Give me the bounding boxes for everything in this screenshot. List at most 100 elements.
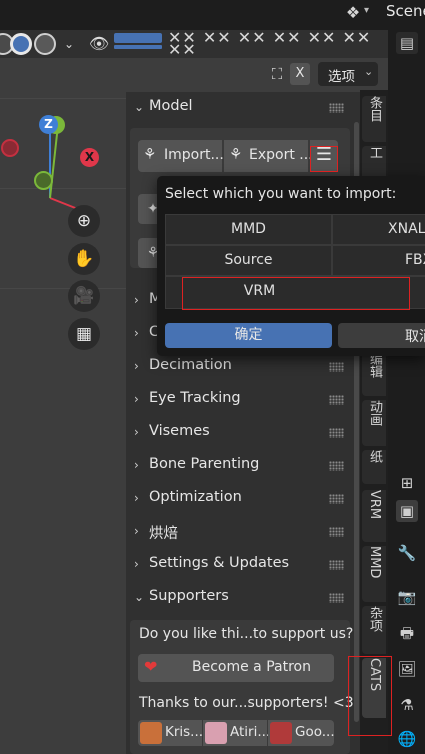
section-model[interactable]: ⌄ Model [126,92,354,125]
section-bake[interactable]: › 烘焙 [126,516,354,549]
pan-hand-icon[interactable]: ✋ [68,243,100,275]
grid-line [0,288,126,289]
cancel-button[interactable]: 取消 [338,323,425,348]
chevron-right-icon: › [134,557,139,571]
drag-grip-icon[interactable] [329,395,344,405]
import-popup: Select which you want to import: MMD XNA… [157,176,425,356]
chevron-right-icon: › [134,326,139,340]
supporter-chip[interactable]: Goo... [268,720,335,746]
drag-grip-icon[interactable] [329,461,344,471]
camera-icon[interactable]: 🎥 [68,280,100,312]
section-eye-tracking[interactable]: › Eye Tracking [126,384,354,417]
import-option-source[interactable]: Source [165,245,332,276]
chevron-right-icon: › [134,491,139,505]
axis-neg-x-handle[interactable] [1,139,19,157]
section-label: Bone Parenting [149,456,260,472]
section-bone-parenting[interactable]: › Bone Parenting [126,450,354,483]
supporter-chip[interactable]: Atiri... [203,720,271,746]
supporter-chip[interactable]: Kris... [138,720,203,746]
section-label: Model [149,98,193,114]
gizmo-toggle-icon[interactable] [114,33,162,43]
supporters-box: Do you like thi...to support us? ❤ Becom… [130,620,354,754]
hidden-object-x-icon: ✕✕ ✕✕ ✕✕ ✕✕ ✕✕ ✕✕ ✕✕ [168,28,372,59]
export-label: Export ... [249,147,313,163]
zoom-icon[interactable]: ⊕ [68,205,100,237]
tab-misc[interactable]: 杂项 [362,606,386,654]
tab-cats[interactable]: CATS [362,658,386,718]
world-icon[interactable]: 🌐 [396,728,418,750]
tab-animation[interactable]: 动画 [362,400,386,446]
import-option-vrm[interactable]: VRM [165,276,425,309]
options-dropdown[interactable]: 选项 ⌄ [318,62,378,86]
properties-editor-column: ▤ ⊞ ▣ 🔧 📷 🖶 🖼 ⚗ 🌐 [388,28,425,754]
tab-item[interactable]: 条目 [362,96,386,142]
visibility-eye-icon[interactable]: 👁 [88,33,110,55]
confirm-button[interactable]: 确定 [165,323,332,348]
view-layer-icon[interactable]: 🖼 [396,658,418,680]
drag-grip-icon[interactable] [329,362,344,372]
supporters-question: Do you like thi...to support us? [139,626,354,642]
grid-line [0,98,126,99]
drag-grip-icon[interactable] [329,560,344,570]
section-optimization[interactable]: › Optimization [126,483,354,516]
solid-shading-icon[interactable] [10,33,32,55]
overlay-toggle-icon[interactable] [114,45,162,49]
section-supporters[interactable]: ⌄ Supporters [126,582,354,615]
section-label: Optimization [149,489,242,505]
hamburger-menu-button[interactable]: ☰ [310,140,338,172]
section-label: Eye Tracking [149,390,241,406]
mirror-x-toggle[interactable]: X [290,63,310,85]
import-option-xnalara[interactable]: XNALa [332,214,425,245]
outliner-icon[interactable]: ⊞ [396,472,418,494]
tab-vrm[interactable]: VRM [362,490,386,542]
chevron-right-icon: › [134,293,139,307]
scene-name[interactable]: Scene [386,2,425,20]
section-visemes[interactable]: › Visemes [126,417,354,450]
scene-icon[interactable]: ❖ [342,2,364,24]
supporter-name: Atiri... [230,724,271,740]
section-label: Visemes [149,423,210,439]
drag-grip-icon[interactable] [329,428,344,438]
drag-grip-icon[interactable] [329,494,344,504]
tab-mmd[interactable]: MMD [362,546,386,602]
tab-tool[interactable]: 工 [362,146,386,180]
section-label: Supporters [149,588,229,604]
section-settings-updates[interactable]: › Settings & Updates [126,549,354,582]
tab-paper[interactable]: 纸 [362,450,386,484]
tab-edit[interactable]: 编辑 [362,352,386,396]
render-icon[interactable]: 📷 [396,586,418,608]
axis-neg-y-handle[interactable] [34,171,53,190]
become-patron-button[interactable]: ❤ Become a Patron [138,654,334,682]
material-shading-icon[interactable] [34,33,56,55]
scene-icon[interactable]: ⚗ [396,694,418,716]
popup-title: Select which you want to import: [165,186,397,202]
editor-type-icon[interactable]: ▤ [396,32,418,54]
drag-grip-icon[interactable] [329,593,344,603]
output-printer-icon[interactable]: 🖶 [396,622,418,644]
chevron-down-icon[interactable]: ⌄ [60,33,78,55]
wrench-icon[interactable]: 🔧 [396,542,418,564]
import-option-mmd[interactable]: MMD [165,214,332,245]
export-button[interactable]: ⚘ Export ... [224,140,313,172]
3d-viewport[interactable]: Z X ⊕ ✋ 🎥 ▦ [0,58,126,754]
import-option-fbx[interactable]: FBX [332,245,425,276]
supporter-name: Goo... [295,724,335,740]
supporter-avatar-icon [270,722,292,744]
import-button[interactable]: ⚘ Import... [138,140,224,172]
drag-grip-icon[interactable] [329,527,344,537]
top-bar: ❖ ▾ Scene [0,0,425,28]
section-label: 烘焙 [149,526,178,542]
drag-grip-icon[interactable] [329,103,344,113]
axis-z-handle[interactable]: Z [39,115,58,134]
transform-pivot-icon[interactable]: ⛶ [266,63,288,85]
chevron-right-icon: › [134,359,139,373]
heart-icon: ❤ [144,657,158,676]
section-label: Decimation [149,357,232,373]
scene-dropdown-chevron-icon[interactable]: ▾ [364,5,369,16]
chevron-down-icon: ⌄ [134,590,145,604]
import-icon: ⚘ [143,145,157,163]
axis-x-handle[interactable]: X [80,148,99,167]
tool-settings-icon[interactable]: ▣ [396,500,418,522]
perspective-grid-icon[interactable]: ▦ [68,318,100,350]
chevron-right-icon: › [134,425,139,439]
